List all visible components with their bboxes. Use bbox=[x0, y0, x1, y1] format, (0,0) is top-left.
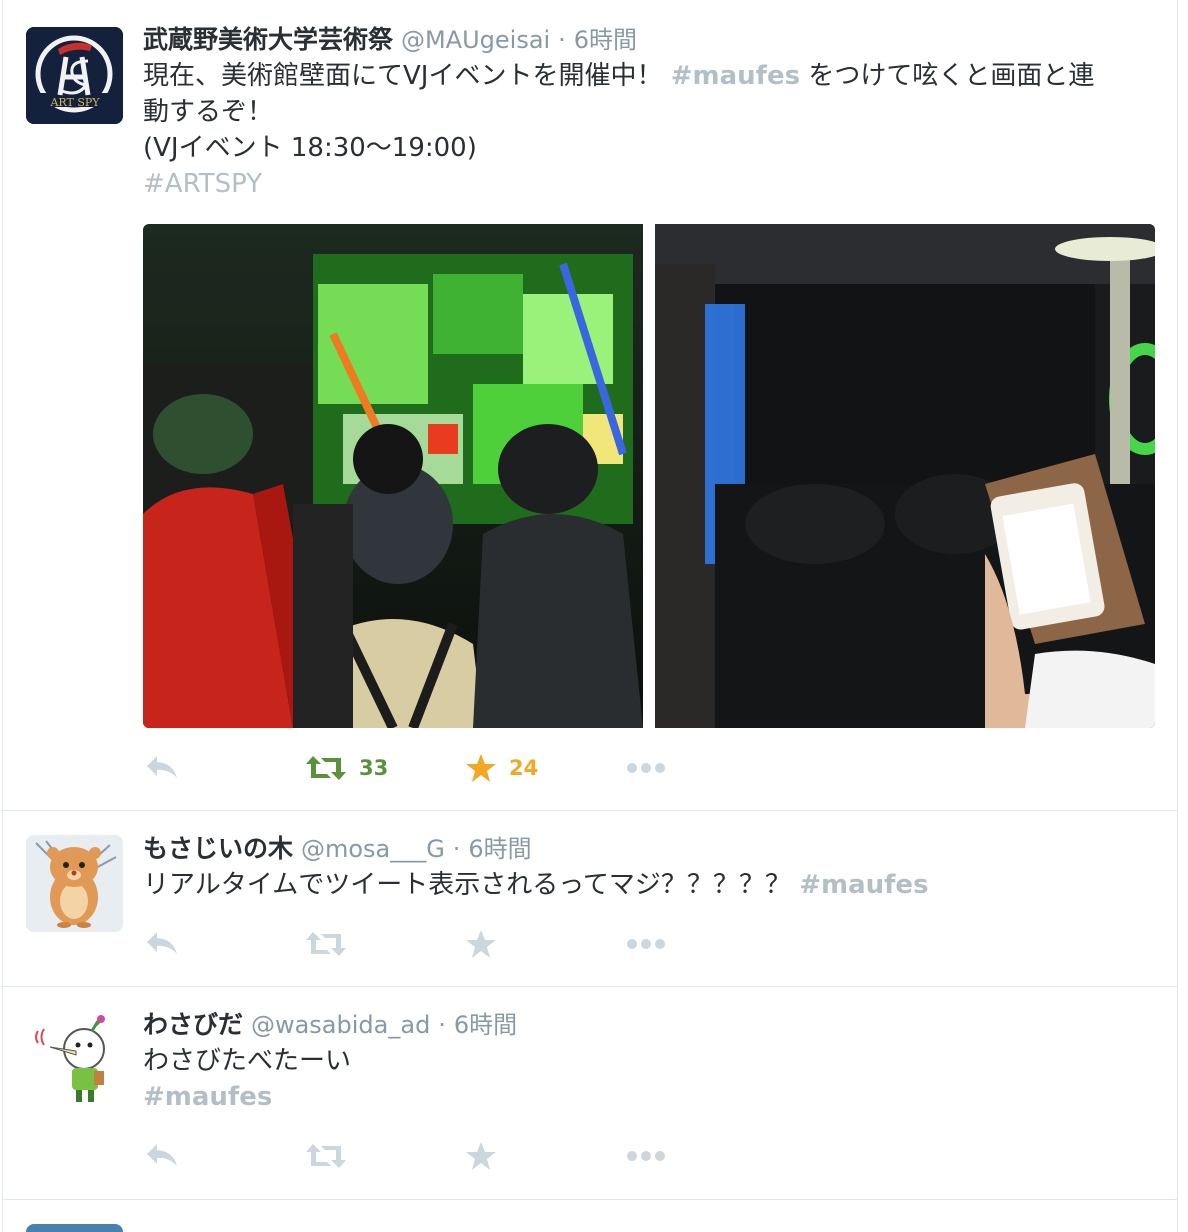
tweet[interactable]: もさじいの木 @mosa___G · 6時間 リアルタイムでツイート表示されるっ… bbox=[3, 811, 1177, 987]
timestamp[interactable]: 6時間 bbox=[468, 835, 531, 863]
tweet-text-part: 現在、美術館壁面にてVJイベントを開催中！ bbox=[143, 61, 671, 91]
display-name[interactable]: 武蔵野美術大学芸術祭 bbox=[143, 25, 393, 54]
retweet-icon bbox=[306, 1144, 346, 1168]
reply-button[interactable] bbox=[145, 924, 179, 964]
username[interactable]: @MAUgeisai bbox=[401, 26, 550, 54]
timestamp[interactable]: 6時間 bbox=[574, 26, 637, 54]
favorite-button[interactable] bbox=[465, 924, 497, 964]
tweet-actions bbox=[143, 1136, 703, 1176]
more-dots-icon bbox=[627, 939, 665, 949]
username[interactable]: @mosa___G bbox=[301, 835, 445, 863]
hashtag-link[interactable]: #maufes bbox=[143, 1082, 272, 1112]
separator-dot: · bbox=[438, 1011, 446, 1039]
avatar[interactable] bbox=[26, 1011, 123, 1108]
display-name[interactable]: わさびだ bbox=[143, 1010, 243, 1039]
tweet-text-part: わさびたべたーい bbox=[143, 1046, 352, 1076]
star-icon bbox=[466, 1142, 496, 1170]
reply-icon bbox=[147, 932, 177, 954]
favorite-button[interactable]: 24 bbox=[465, 748, 538, 788]
avatar[interactable] bbox=[26, 835, 123, 932]
media-gallery bbox=[143, 224, 1155, 728]
photo-vj-screen-crowd[interactable] bbox=[143, 224, 643, 728]
retweet-count: 33 bbox=[359, 756, 389, 780]
hashtag-link[interactable]: #maufes bbox=[671, 61, 800, 91]
tweet-text-part: リアルタイムでツイート表示されるってマジ？？？？？ bbox=[143, 870, 800, 900]
retweet-button[interactable] bbox=[305, 924, 347, 964]
wasabi-character-avatar bbox=[26, 1011, 123, 1108]
tweet-header: もさじいの木 @mosa___G · 6時間 bbox=[143, 831, 1157, 867]
tweet[interactable] bbox=[3, 1200, 1177, 1232]
hashtag-link[interactable]: #ARTSPY bbox=[143, 169, 262, 199]
separator-dot: · bbox=[558, 26, 566, 54]
tweet-header: 武蔵野美術大学芸術祭 @MAUgeisai · 6時間 bbox=[143, 22, 1157, 58]
more-dots-icon bbox=[627, 1151, 665, 1161]
star-icon bbox=[466, 754, 496, 782]
reply-button[interactable] bbox=[145, 748, 179, 788]
avatar[interactable]: ART SPY bbox=[26, 27, 123, 124]
retweet-icon bbox=[306, 756, 346, 780]
tweet-text: わさびたべたーい #maufes bbox=[143, 1043, 1157, 1115]
tweet-text: 現在、美術館壁面にてVJイベントを開催中！ #maufes をつけて呟くと画面と… bbox=[143, 58, 1157, 202]
tweet-text: リアルタイムでツイート表示されるってマジ？？？？？ #maufes bbox=[143, 867, 1157, 903]
retweet-button[interactable] bbox=[305, 1136, 347, 1176]
hamster-avatar bbox=[26, 835, 123, 932]
reply-icon bbox=[147, 1144, 177, 1166]
more-dots-icon bbox=[627, 763, 665, 773]
retweet-icon bbox=[306, 932, 346, 956]
display-name[interactable]: もさじいの木 bbox=[143, 834, 293, 863]
tweet[interactable]: ART SPY 武蔵野美術大学芸術祭 @MAUgeisai · 6時間 現在、美… bbox=[3, 0, 1177, 811]
more-button[interactable] bbox=[627, 748, 667, 788]
more-button[interactable] bbox=[627, 924, 667, 964]
timeline: ART SPY 武蔵野美術大学芸術祭 @MAUgeisai · 6時間 現在、美… bbox=[2, 0, 1178, 1232]
favorite-count: 24 bbox=[509, 756, 539, 780]
hashtag-link[interactable]: #maufes bbox=[799, 870, 928, 900]
star-icon bbox=[466, 930, 496, 958]
username[interactable]: @wasabida_ad bbox=[251, 1011, 430, 1039]
tweet-header: わさびだ @wasabida_ad · 6時間 bbox=[143, 1007, 1157, 1043]
artspy-logo-avatar: ART SPY bbox=[26, 27, 123, 124]
reply-button[interactable] bbox=[145, 1136, 179, 1176]
tweet-actions: 33 24 bbox=[143, 748, 703, 788]
photo-phone-in-hand[interactable] bbox=[655, 224, 1155, 728]
retweet-button[interactable]: 33 bbox=[305, 748, 388, 788]
separator-dot: · bbox=[452, 835, 461, 863]
reply-icon bbox=[147, 756, 177, 778]
more-button[interactable] bbox=[627, 1136, 667, 1176]
favorite-button[interactable] bbox=[465, 1136, 497, 1176]
tweet[interactable]: わさびだ @wasabida_ad · 6時間 わさびたべたーい #maufes bbox=[3, 987, 1177, 1200]
avatar[interactable] bbox=[26, 1224, 123, 1232]
svg-text:ART SPY: ART SPY bbox=[49, 96, 100, 109]
timestamp[interactable]: 6時間 bbox=[454, 1011, 517, 1039]
tweet-actions bbox=[143, 924, 703, 964]
